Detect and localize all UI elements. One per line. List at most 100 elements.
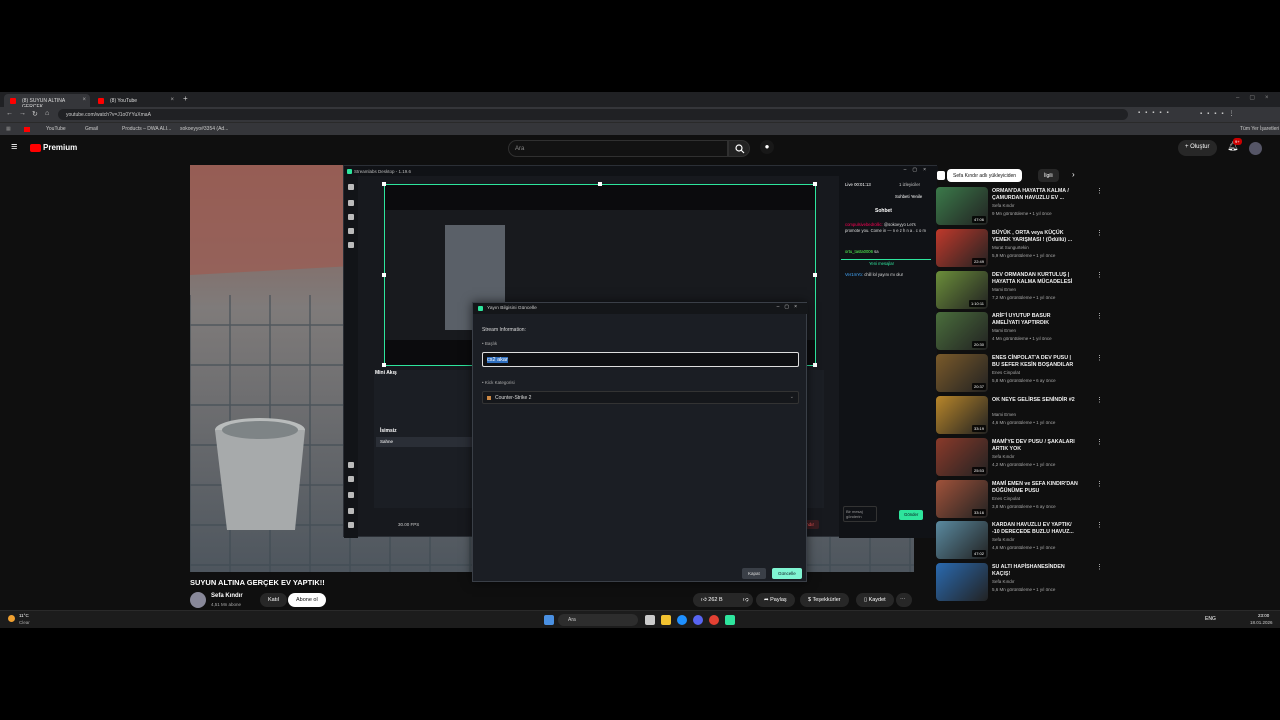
forward-icon[interactable]: → (19, 110, 26, 117)
home-icon[interactable]: ⌂ (45, 110, 49, 117)
recommended-title[interactable]: KARDAN HAVUZLU EV YAPTIK/ -10 DERECEDE B… (992, 522, 1078, 536)
recommended-channel[interactable]: Mami Emen (992, 412, 1016, 417)
recommended-channel[interactable]: Mami Emen (992, 287, 1016, 292)
more-options-icon[interactable]: ⋮ (1096, 438, 1103, 446)
profile-icons[interactable]: ▪▪▪▪⋮ (1200, 110, 1240, 117)
more-options-icon[interactable]: ⋮ (1096, 312, 1103, 320)
discord-icon[interactable] (693, 615, 703, 625)
video-thumbnail[interactable]: 22:49 (936, 228, 988, 267)
avatar[interactable] (1249, 142, 1262, 155)
youtube-logo-icon[interactable] (30, 144, 41, 152)
all-bookmarks[interactable]: Tüm Yer İşaretleri (1240, 126, 1279, 132)
bookmark-products[interactable]: Products – DWA ALI... (122, 126, 171, 132)
more-options-icon[interactable]: ⋮ (1096, 521, 1103, 529)
recommended-video[interactable]: 47:02 KARDAN HAVUZLU EV YAPTIK/ -10 DEREC… (936, 521, 1280, 561)
recommended-video[interactable]: 25:53 MAMİ'YE DEV PUSU / ŞAKALARI ARTIK Y… (936, 437, 1280, 478)
save-button[interactable]: ▯ Kaydet (856, 593, 894, 607)
join-button[interactable]: Katıl (260, 593, 288, 607)
channel-name[interactable]: Sefa Kındır (211, 593, 243, 599)
recommended-video[interactable]: SU ALTI HAPİSHANESİNDEN KAÇIŞ! Sefa Kındı… (936, 563, 1280, 603)
video-thumbnail[interactable]: 25:53 (936, 437, 988, 476)
more-options-icon[interactable]: ⋮ (1096, 396, 1103, 404)
chip-uploader[interactable]: Sefa Kındır adlı yükleyiciden (947, 169, 1023, 182)
recommended-title[interactable]: ORMAN'DA HAYATTA KALMA / ÇAMURDAN HAVUZL… (992, 188, 1078, 202)
recommended-video[interactable]: 20:37 ENES CİNPOLAT'A DEV PUSU | BU SEFER… (936, 354, 1280, 394)
clock-time[interactable]: 23:00 (1258, 613, 1269, 618)
video-thumbnail[interactable]: 33:16 (936, 479, 988, 518)
channel-avatar[interactable] (190, 592, 206, 608)
search-input[interactable]: Ara (508, 140, 728, 157)
editor-icon[interactable] (348, 184, 354, 190)
apps-icon[interactable]: ▦ (6, 126, 11, 132)
chrome-icon[interactable] (709, 615, 719, 625)
share-icon[interactable] (348, 492, 354, 498)
record-icon[interactable] (348, 476, 354, 482)
resize-handle[interactable] (382, 363, 386, 367)
more-actions-icon[interactable]: ⋯ (896, 593, 912, 607)
category-select[interactable]: Counter-Strike 2 ⌄ (482, 391, 799, 404)
themes-icon[interactable] (348, 200, 354, 206)
resize-handle[interactable] (382, 273, 386, 277)
task-view-icon[interactable] (645, 615, 655, 625)
subscribe-button[interactable]: Abone ol (288, 593, 326, 607)
resize-handle[interactable] (813, 182, 817, 186)
video-thumbnail[interactable]: 20:30 (936, 312, 988, 351)
recommended-title[interactable]: MAMİ EMEN ve SEFA KINDIR'DAN DÜĞÜNÜME PU… (992, 481, 1078, 495)
weather-icon[interactable] (8, 615, 15, 622)
store-icon[interactable] (348, 214, 354, 220)
resize-handle[interactable] (813, 363, 817, 367)
thanks-button[interactable]: $ Teşekkürler (800, 593, 849, 607)
video-thumbnail[interactable]: 33:19 (936, 396, 988, 434)
create-button[interactable]: + Oluştur (1178, 140, 1217, 156)
taskbar-search[interactable]: Ara (558, 614, 638, 626)
recommended-video[interactable]: 20:30 ARİF'İ UYUTUP BASUR AMELİYATI YAPTI… (936, 312, 1280, 352)
video-thumbnail[interactable]: 1:10:11 (936, 270, 988, 309)
recommended-title[interactable]: ARİF'İ UYUTUP BASUR AMELİYATI YAPTIRDIK (992, 313, 1078, 327)
recommended-title[interactable]: BÜYÜK , ORTA veya KÜÇÜK YEMEK YARIŞMASI … (992, 230, 1078, 244)
tab-video[interactable]: (8) SUYUN ALTINA GERÇEK × (4, 94, 90, 110)
video-thumbnail[interactable]: 47:06 (936, 187, 988, 225)
close-tab-icon[interactable]: × (82, 97, 86, 103)
recommended-title[interactable]: ENES CİNPOLAT'A DEV PUSU | BU SEFER KESİ… (992, 355, 1078, 369)
recommended-video[interactable]: 33:19 OK NEYE GELİRSE SENİNDİR #2 Mami Eme… (936, 396, 1280, 436)
bookmark-youtube[interactable]: YouTube (46, 126, 66, 132)
recommended-title[interactable]: SU ALTI HAPİSHANESİNDEN KAÇIŞ! (992, 564, 1078, 578)
recommended-video[interactable]: 33:16 MAMİ EMEN ve SEFA KINDIR'DAN DÜĞÜNÜ… (936, 479, 1280, 520)
search-button[interactable] (728, 140, 750, 157)
recommended-video[interactable]: 22:49 BÜYÜK , ORTA veya KÜÇÜK YEMEK YARIŞ… (936, 228, 1280, 269)
close-tab-icon[interactable]: × (170, 97, 174, 103)
resize-handle[interactable] (598, 182, 602, 186)
more-options-icon[interactable]: ⋮ (1096, 563, 1103, 571)
youtube-premium-label[interactable]: Premium (43, 143, 77, 152)
layout-icon[interactable] (348, 228, 354, 234)
more-options-icon[interactable]: ⋮ (1096, 354, 1103, 362)
recommended-channel[interactable]: Sefa Kındır (992, 579, 1015, 584)
recommended-channel[interactable]: Sefa Kındır (992, 537, 1015, 542)
chip-scroll-left-icon[interactable] (937, 171, 945, 180)
start-icon[interactable] (544, 615, 554, 625)
file-explorer-icon[interactable] (661, 615, 671, 625)
account-icon[interactable] (348, 522, 354, 528)
scene-collection-name[interactable]: İsimsiz (380, 428, 397, 434)
refresh-chat-button[interactable]: Sohbeti Yenile (895, 194, 922, 199)
recommended-title[interactable]: MAMİ'YE DEV PUSU / ŞAKALARI ARTIK YOK (992, 439, 1078, 453)
recommended-channel[interactable]: Enes Cinpolat (992, 370, 1020, 375)
recommended-channel[interactable]: Sefa Kındır (992, 454, 1015, 459)
more-options-icon[interactable]: ⋮ (1096, 271, 1103, 279)
resize-handle[interactable] (382, 182, 386, 186)
recommended-title[interactable]: OK NEYE GELİRSE SENİNDİR #2 (992, 397, 1078, 404)
stream-title-input[interactable]: cs2 akar (482, 352, 799, 367)
microphone-icon[interactable]: ● (760, 140, 774, 154)
recommended-channel[interactable]: Enes Cinpolat (992, 496, 1020, 501)
recommended-video[interactable]: 1:10:11 DEV ORMANDAN KURTULUŞ | HAYATTA K… (936, 270, 1280, 311)
video-thumbnail[interactable] (936, 563, 988, 602)
settings-icon[interactable] (348, 242, 354, 248)
window-controls[interactable]: –▢× (1236, 94, 1279, 101)
resize-handle[interactable] (813, 273, 817, 277)
recommended-channel[interactable]: Murat Sungurtekin (992, 245, 1029, 250)
chat-input[interactable]: Bir mesaj gönderin (843, 506, 877, 522)
extension-icons[interactable]: ▪▪▪▪▪ (1138, 110, 1174, 116)
dialog-window-controls[interactable]: –▢× (777, 304, 802, 310)
studio-mode-icon[interactable] (348, 462, 354, 468)
profile-icon[interactable] (348, 508, 354, 514)
